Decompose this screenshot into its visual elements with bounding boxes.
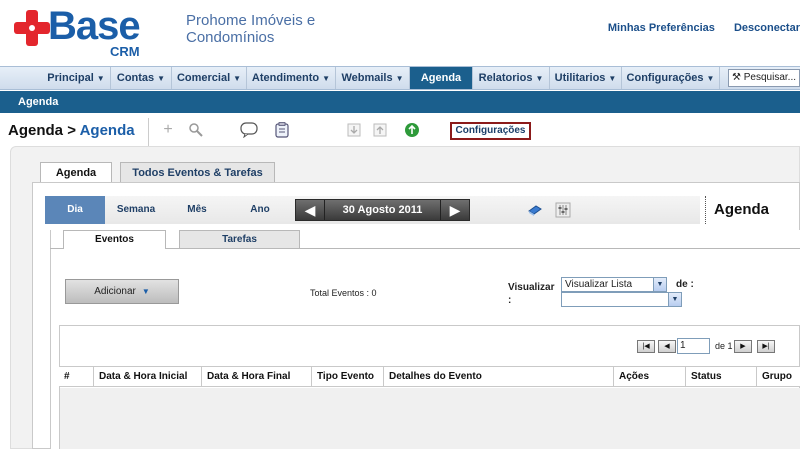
view-semana-button[interactable]: Semana <box>105 196 167 224</box>
tools-icon: ⚒ <box>732 72 741 83</box>
chevron-down-icon: ▼ <box>395 74 404 83</box>
chevron-down-icon: ▼ <box>96 74 105 83</box>
visualizar-select[interactable]: Visualizar Lista ▼ <box>561 277 667 292</box>
chevron-down-icon: ▼ <box>141 287 150 296</box>
chevron-down-icon: ▼ <box>535 74 544 83</box>
col-tipo-evento[interactable]: Tipo Evento <box>312 367 384 387</box>
refresh-icon[interactable] <box>404 122 420 138</box>
col-data-inicial[interactable]: Data & Hora Inicial <box>94 367 202 387</box>
chevron-down-icon: ▼ <box>608 74 617 83</box>
view-mes-button[interactable]: Mês <box>167 196 227 224</box>
clipboard-icon[interactable] <box>274 122 290 138</box>
date-navigator: ◀ 30 Agosto 2011 ▶ <box>295 199 470 221</box>
page-number-input[interactable]: 1 <box>677 338 710 354</box>
export-icon[interactable] <box>372 122 388 138</box>
base-crm-logo[interactable]: Base CRM <box>14 4 154 60</box>
col-data-final[interactable]: Data & Hora Final <box>202 367 312 387</box>
de-label: de : <box>676 279 694 290</box>
logo-wordmark: Base <box>48 4 141 48</box>
preferences-link[interactable]: Minhas Preferências <box>608 22 715 34</box>
nav-item-agenda[interactable]: Agenda <box>410 67 473 89</box>
dropdown-arrow-icon: ▼ <box>668 293 681 306</box>
import-icon[interactable] <box>346 122 362 138</box>
total-eventos: Total Eventos : 0 <box>310 288 377 298</box>
tab-eventos[interactable]: Eventos <box>63 230 166 249</box>
toolbar-divider <box>148 118 149 146</box>
chevron-down-icon: ▼ <box>322 74 331 83</box>
col-detalhes[interactable]: Detalhes do Evento <box>384 367 614 387</box>
last-page-icon[interactable]: ▶| <box>757 340 775 353</box>
nav-item-contas[interactable]: Contas ▼ <box>111 67 172 89</box>
cross-logo-icon <box>14 10 50 46</box>
chevron-down-icon: ▼ <box>157 74 166 83</box>
app-root: Base CRM Prohome Imóveis e Condomínios M… <box>0 0 800 449</box>
tab-todos-eventos[interactable]: Todos Eventos & Tarefas <box>120 162 275 184</box>
company-name: Prohome Imóveis e Condomínios <box>186 12 316 46</box>
prev-date-icon[interactable]: ◀ <box>296 200 324 220</box>
nav-item-comercial[interactable]: Comercial ▼ <box>172 67 247 89</box>
table-header: # Data & Hora Inicial Data & Hora Final … <box>59 366 800 387</box>
prev-page-icon[interactable]: ◀ <box>658 340 676 353</box>
chevron-down-icon: ▼ <box>233 74 242 83</box>
breadcrumb-current: Agenda <box>79 122 135 139</box>
col-acoes[interactable]: Ações <box>614 367 686 387</box>
dropdown-arrow-icon: ▼ <box>653 278 666 291</box>
agenda-heading: Agenda <box>705 196 800 224</box>
main-nav: Principal ▼ Contas ▼ Comercial ▼ Atendiment… <box>0 66 800 90</box>
chat-icon[interactable] <box>240 122 258 139</box>
search-icon[interactable] <box>188 122 204 138</box>
col-index[interactable]: # <box>59 367 94 387</box>
logo-sub: CRM <box>110 44 140 59</box>
nav-item-relatorios[interactable]: Relatorios ▼ <box>473 67 550 89</box>
col-grupo[interactable]: Grupo <box>757 367 800 387</box>
page-total: de 1 <box>715 341 733 351</box>
nav-item-webmails[interactable]: Webmails ▼ <box>336 67 410 89</box>
nav-item-utilitarios[interactable]: Utilitarios ▼ <box>550 67 622 89</box>
configuracoes-button[interactable]: Configurações <box>450 122 531 140</box>
add-icon[interactable]: + <box>160 122 176 138</box>
current-date: 30 Agosto 2011 <box>324 200 441 220</box>
search-input[interactable]: ⚒ Pesquisar... <box>728 69 800 87</box>
nav-item-configuracoes[interactable]: Configurações ▼ <box>622 67 720 89</box>
view-ano-button[interactable]: Ano <box>227 196 293 224</box>
table-body <box>60 388 800 449</box>
settings-sliders-icon[interactable] <box>555 202 571 218</box>
col-status[interactable]: Status <box>686 367 757 387</box>
breadcrumb: Agenda > Agenda <box>8 122 135 139</box>
adicionar-button[interactable]: Adicionar ▼ <box>65 279 179 304</box>
logout-link[interactable]: Desconectar <box>734 22 800 34</box>
book-icon[interactable] <box>527 202 543 218</box>
breadcrumb-root[interactable]: Agenda <box>8 122 63 139</box>
next-page-icon[interactable]: ▶ <box>734 340 752 353</box>
tab-tarefas[interactable]: Tarefas <box>179 230 300 248</box>
section-title-bar: Agenda <box>0 91 800 113</box>
view-dia-button[interactable]: Dia <box>45 196 105 224</box>
nav-item-atendimento[interactable]: Atendimento ▼ <box>247 67 336 89</box>
chevron-down-icon: ▼ <box>706 74 715 83</box>
visualizar-label: Visualizar : <box>508 282 555 306</box>
next-date-icon[interactable]: ▶ <box>441 200 469 220</box>
first-page-icon[interactable]: |◀ <box>637 340 655 353</box>
tab-agenda[interactable]: Agenda <box>40 162 112 184</box>
nav-item-principal[interactable]: Principal ▼ <box>42 67 111 89</box>
de-select[interactable]: ▼ <box>561 292 682 307</box>
top-links: Minhas Preferências Desconectar <box>592 22 800 34</box>
